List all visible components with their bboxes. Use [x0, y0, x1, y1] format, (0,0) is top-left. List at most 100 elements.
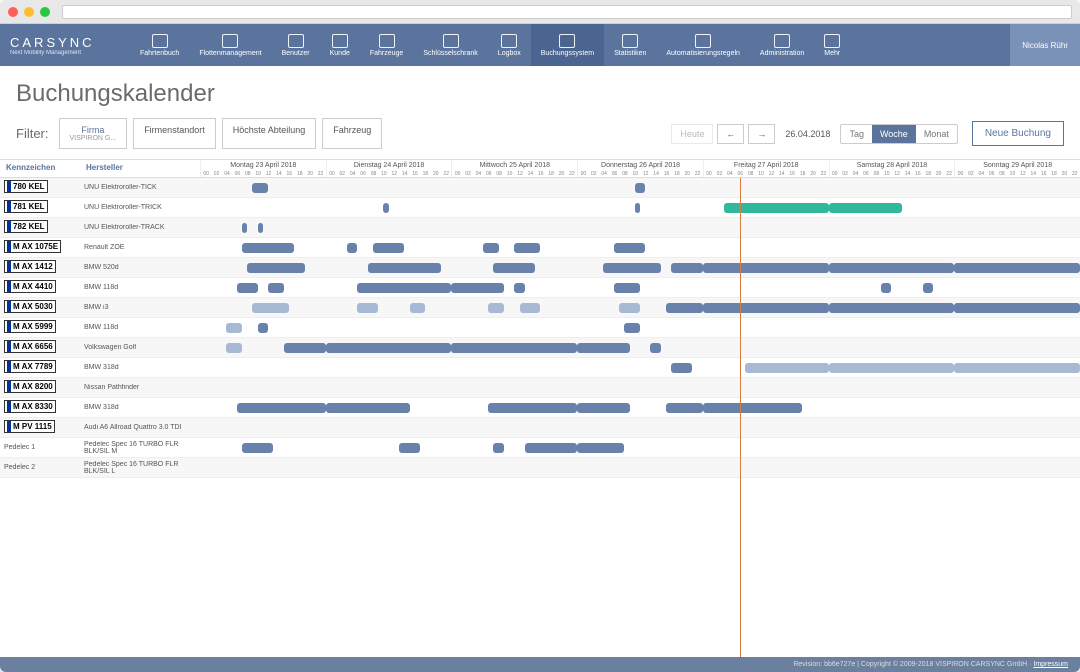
maximize-icon[interactable] — [40, 7, 50, 17]
booking-bar[interactable] — [954, 363, 1080, 373]
vehicle-row[interactable]: M AX 4410BMW 118d — [0, 278, 1080, 298]
booking-bar[interactable] — [829, 263, 955, 273]
vehicle-row[interactable]: 780 KELUNU Elektroroller-TICK — [0, 178, 1080, 198]
today-button[interactable]: Heute — [671, 124, 713, 144]
calendar-body[interactable]: 780 KELUNU Elektroroller-TICK781 KELUNU … — [0, 178, 1080, 657]
filter-firmenstandort[interactable]: Firmenstandort — [133, 118, 216, 149]
booking-bar[interactable] — [577, 443, 624, 453]
booking-bar[interactable] — [357, 303, 378, 313]
booking-bar[interactable] — [284, 343, 326, 353]
booking-bar[interactable] — [357, 283, 451, 293]
view-monat[interactable]: Monat — [916, 125, 957, 143]
booking-bar[interactable] — [451, 283, 503, 293]
booking-bar[interactable] — [493, 263, 535, 273]
nav-benutzer[interactable]: Benutzer — [272, 24, 320, 66]
booking-bar[interactable] — [703, 263, 829, 273]
nav-statistiken[interactable]: Statistiken — [604, 24, 656, 66]
vehicle-row[interactable]: 782 KELUNU Elektroroller-TRACK — [0, 218, 1080, 238]
booking-bar[interactable] — [954, 303, 1080, 313]
booking-bar[interactable] — [226, 323, 242, 333]
vehicle-row[interactable]: Pedelec 2Pedelec Spec 16 TURBO FLR BLK/S… — [0, 458, 1080, 478]
vehicle-row[interactable]: M PV 1115Audi A6 Allroad Quattro 3.0 TDI — [0, 418, 1080, 438]
nav-fahrzeuge[interactable]: Fahrzeuge — [360, 24, 413, 66]
booking-bar[interactable] — [242, 223, 247, 233]
nav-schlüsselschrank[interactable]: Schlüsselschrank — [413, 24, 487, 66]
booking-bar[interactable] — [326, 343, 452, 353]
booking-bar[interactable] — [650, 343, 660, 353]
booking-bar[interactable] — [954, 263, 1080, 273]
filter-höchste abteilung[interactable]: Höchste Abteilung — [222, 118, 317, 149]
nav-mehr[interactable]: Mehr — [814, 24, 850, 66]
booking-bar[interactable] — [258, 223, 263, 233]
booking-bar[interactable] — [671, 263, 702, 273]
booking-bar[interactable] — [237, 403, 326, 413]
booking-bar[interactable] — [237, 283, 258, 293]
booking-bar[interactable] — [488, 303, 504, 313]
vehicle-row[interactable]: 781 KELUNU Elektroroller-TRICK — [0, 198, 1080, 218]
filter-firma[interactable]: FirmaVISPIRON G... — [59, 118, 128, 149]
booking-bar[interactable] — [619, 303, 640, 313]
vehicle-row[interactable]: M AX 8200Nissan Pathfinder — [0, 378, 1080, 398]
prev-button[interactable]: ← — [717, 124, 744, 144]
booking-bar[interactable] — [923, 283, 933, 293]
col-hersteller[interactable]: Hersteller — [80, 160, 200, 177]
booking-bar[interactable] — [666, 403, 703, 413]
booking-bar[interactable] — [745, 363, 829, 373]
nav-flottenmanagement[interactable]: Flottenmanagement — [189, 24, 271, 66]
booking-bar[interactable] — [399, 443, 420, 453]
booking-bar[interactable] — [368, 263, 441, 273]
nav-administration[interactable]: Administration — [750, 24, 814, 66]
booking-bar[interactable] — [242, 443, 273, 453]
booking-bar[interactable] — [514, 243, 540, 253]
impressum-link[interactable]: Impressum — [1033, 661, 1068, 668]
booking-bar[interactable] — [829, 303, 955, 313]
booking-bar[interactable] — [829, 363, 955, 373]
booking-bar[interactable] — [525, 443, 577, 453]
booking-bar[interactable] — [326, 403, 410, 413]
nav-fahrtenbuch[interactable]: Fahrtenbuch — [130, 24, 189, 66]
booking-bar[interactable] — [635, 203, 640, 213]
booking-bar[interactable] — [577, 403, 629, 413]
view-tag[interactable]: Tag — [841, 125, 872, 143]
minimize-icon[interactable] — [24, 7, 34, 17]
nav-automatisierungsregeln[interactable]: Automatisierungsregeln — [656, 24, 750, 66]
booking-bar[interactable] — [383, 203, 388, 213]
booking-bar[interactable] — [252, 303, 289, 313]
booking-bar[interactable] — [242, 243, 294, 253]
vehicle-row[interactable]: M AX 7789BMW 318d — [0, 358, 1080, 378]
url-bar[interactable] — [62, 5, 1072, 19]
vehicle-row[interactable]: M AX 6656Volkswagen Golf — [0, 338, 1080, 358]
new-booking-button[interactable]: Neue Buchung — [972, 121, 1064, 146]
booking-bar[interactable] — [410, 303, 426, 313]
booking-bar[interactable] — [247, 263, 305, 273]
vehicle-row[interactable]: M AX 8330BMW 318d — [0, 398, 1080, 418]
booking-bar[interactable] — [347, 243, 357, 253]
booking-bar[interactable] — [493, 443, 503, 453]
booking-bar[interactable] — [703, 303, 829, 313]
col-kennzeichen[interactable]: Kennzeichen — [0, 160, 80, 177]
booking-bar[interactable] — [614, 283, 640, 293]
booking-bar[interactable] — [451, 343, 577, 353]
user-menu[interactable]: Nicolas Rühr — [1010, 24, 1080, 66]
booking-bar[interactable] — [488, 403, 577, 413]
booking-bar[interactable] — [252, 183, 268, 193]
booking-bar[interactable] — [703, 403, 803, 413]
booking-bar[interactable] — [483, 243, 499, 253]
booking-bar[interactable] — [881, 283, 891, 293]
booking-bar[interactable] — [577, 343, 629, 353]
booking-bar[interactable] — [373, 243, 404, 253]
booking-bar[interactable] — [258, 323, 268, 333]
booking-bar[interactable] — [268, 283, 284, 293]
booking-bar[interactable] — [829, 203, 902, 213]
filter-fahrzeug[interactable]: Fahrzeug — [322, 118, 382, 149]
nav-buchungssystem[interactable]: Buchungssystem — [531, 24, 604, 66]
booking-bar[interactable] — [520, 303, 541, 313]
vehicle-row[interactable]: M AX 5999BMW 118d — [0, 318, 1080, 338]
next-button[interactable]: → — [748, 124, 775, 144]
view-woche[interactable]: Woche — [872, 125, 916, 143]
booking-bar[interactable] — [603, 263, 661, 273]
booking-bar[interactable] — [226, 343, 242, 353]
booking-bar[interactable] — [666, 303, 703, 313]
vehicle-row[interactable]: M AX 1412BMW 520d — [0, 258, 1080, 278]
nav-logbox[interactable]: Logbox — [488, 24, 531, 66]
